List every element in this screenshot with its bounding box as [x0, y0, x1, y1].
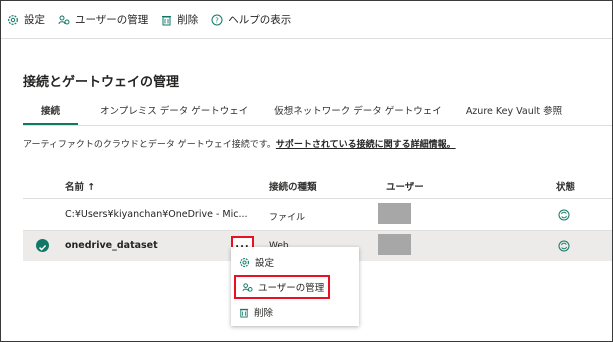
- toolbar-delete-button[interactable]: 削除: [161, 12, 198, 27]
- toolbar-divider: [1, 38, 612, 39]
- supported-connections-link[interactable]: サポートされている接続に関する詳細情報。: [276, 140, 456, 150]
- toolbar-delete-label: 削除: [177, 14, 199, 26]
- toolbar-manage-users-button[interactable]: ユーザーの管理: [58, 12, 148, 27]
- description: アーティファクトのクラウドとデータ ゲートウェイ接続です。サポートされている接続…: [23, 137, 456, 150]
- svg-text:?: ?: [215, 16, 219, 24]
- description-text: アーティファクトのクラウドとデータ ゲートウェイ接続です。: [23, 140, 276, 150]
- gear-icon: [240, 257, 249, 267]
- refresh-status-icon[interactable]: [558, 209, 570, 221]
- connection-name: C:¥Users¥kiyanchan¥OneDrive - Mic...: [65, 209, 248, 220]
- tab-vnet-gateway[interactable]: 仮想ネットワーク データ ゲートウェイ: [274, 101, 442, 125]
- refresh-status-icon[interactable]: [558, 240, 570, 252]
- tab-onprem-gateway[interactable]: オンプレミス データ ゲートウェイ: [100, 101, 248, 125]
- tab-azure-key-vault-label: Azure Key Vault 参照: [465, 106, 563, 117]
- gear-icon: [8, 14, 18, 25]
- header-divider: [23, 198, 612, 199]
- menu-item-delete[interactable]: 削除: [231, 300, 359, 324]
- manage-users-icon: [58, 15, 70, 24]
- tab-connections[interactable]: 接続: [23, 101, 78, 125]
- window-frame: 設定 ユーザーの管理 削除 ? ヘルプの表示 接続とゲートウェイの管理 接続 オ…: [0, 0, 613, 342]
- toolbar-settings-button[interactable]: 設定: [7, 12, 45, 27]
- column-header-name[interactable]: 名前 ↑: [65, 179, 95, 193]
- tab-onprem-gateway-label: オンプレミス データ ゲートウェイ: [100, 106, 249, 117]
- toolbar-settings-label: 設定: [24, 14, 45, 26]
- toolbar: 設定 ユーザーの管理 削除 ? ヘルプの表示: [1, 1, 612, 38]
- tab-bar: 接続 オンプレミス データ ゲートウェイ 仮想ネットワーク データ ゲートウェイ…: [23, 101, 562, 125]
- toolbar-help-label: ヘルプの表示: [228, 14, 292, 26]
- page-title: 接続とゲートウェイの管理: [23, 75, 180, 90]
- column-header-type[interactable]: 接続の種類: [269, 179, 317, 193]
- menu-item-settings[interactable]: 設定: [231, 250, 359, 274]
- trash-icon: [162, 15, 172, 25]
- toolbar-manage-users-label: ユーザーの管理: [75, 14, 149, 26]
- menu-item-settings-label: 設定: [255, 258, 275, 269]
- trash-icon: [239, 308, 249, 317]
- redacted-user: [378, 203, 411, 224]
- menu-item-manage-users[interactable]: ユーザーの管理: [234, 275, 330, 299]
- column-header-status[interactable]: 状態: [556, 179, 575, 193]
- toolbar-help-button[interactable]: ? ヘルプの表示: [211, 12, 291, 27]
- help-icon: ?: [211, 14, 223, 25]
- manage-users-icon: [242, 282, 253, 292]
- tab-connections-label: 接続: [41, 106, 61, 117]
- menu-item-manage-users-label: ユーザーの管理: [258, 283, 325, 294]
- connection-type: ファイル: [269, 213, 306, 223]
- tab-vnet-gateway-label: 仮想ネットワーク データ ゲートウェイ: [274, 106, 442, 117]
- tabs-divider: [23, 125, 612, 126]
- row-selected-check-icon[interactable]: [36, 239, 49, 252]
- column-header-user[interactable]: ユーザー: [386, 179, 424, 193]
- tab-azure-key-vault[interactable]: Azure Key Vault 参照: [466, 101, 562, 125]
- context-menu: 設定 ユーザーの管理 削除: [231, 247, 359, 326]
- menu-item-delete-label: 削除: [254, 308, 274, 319]
- connection-name: onedrive_dataset: [65, 240, 158, 251]
- redacted-user: [378, 234, 411, 255]
- table-row[interactable]: C:¥Users¥kiyanchan¥OneDrive - Mic... ファイ…: [23, 200, 612, 230]
